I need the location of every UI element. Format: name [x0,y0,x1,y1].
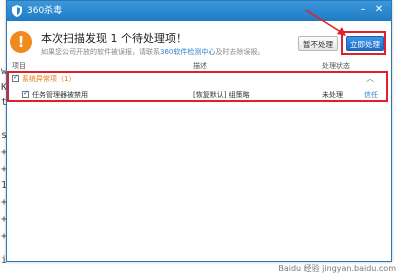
detection-center-link[interactable]: 360软件检测中心 [160,48,215,56]
column-header-status: 处理状态 [322,62,350,70]
note-suffix: 及时去除误报。 [215,48,265,56]
close-button[interactable]: ✕ [373,4,385,16]
item-name: 任务管理器被禁用 [32,91,88,99]
column-header-description: 描述 [193,62,207,70]
item-checkbox[interactable] [22,89,29,98]
note-prefix: 如果您公司开放的软件被误报，请联系 [41,48,160,56]
trust-link[interactable]: 信任 [364,90,378,100]
red-arrow-annotation [305,9,346,36]
item-status: 未处理 [322,91,343,99]
category-label: 系统异常项 [22,75,57,83]
category-row[interactable]: 系统异常项（1） [12,73,76,84]
watermark: Baidu 经验 jingyan.baidu.com [278,264,396,273]
column-header-item: 项目 [12,62,26,70]
item-description: [恢复默认] 组策略 [193,91,250,99]
category-count: （1） [57,75,76,83]
false-positive-note: 如果您公司开放的软件被误报，请联系360软件检测中心及时去除误报。 [41,47,264,57]
scan-result-headline: 本次扫描发现 1 个待处理项！ [41,32,187,45]
window-title: 360杀毒 [27,6,63,16]
chevron-up-icon[interactable]: ︿ [366,73,374,84]
warning-icon: ! [10,31,32,53]
category-checkbox[interactable] [12,73,19,82]
table-row[interactable]: 任务管理器被禁用 [22,89,88,100]
shield-logo-icon [12,5,22,17]
